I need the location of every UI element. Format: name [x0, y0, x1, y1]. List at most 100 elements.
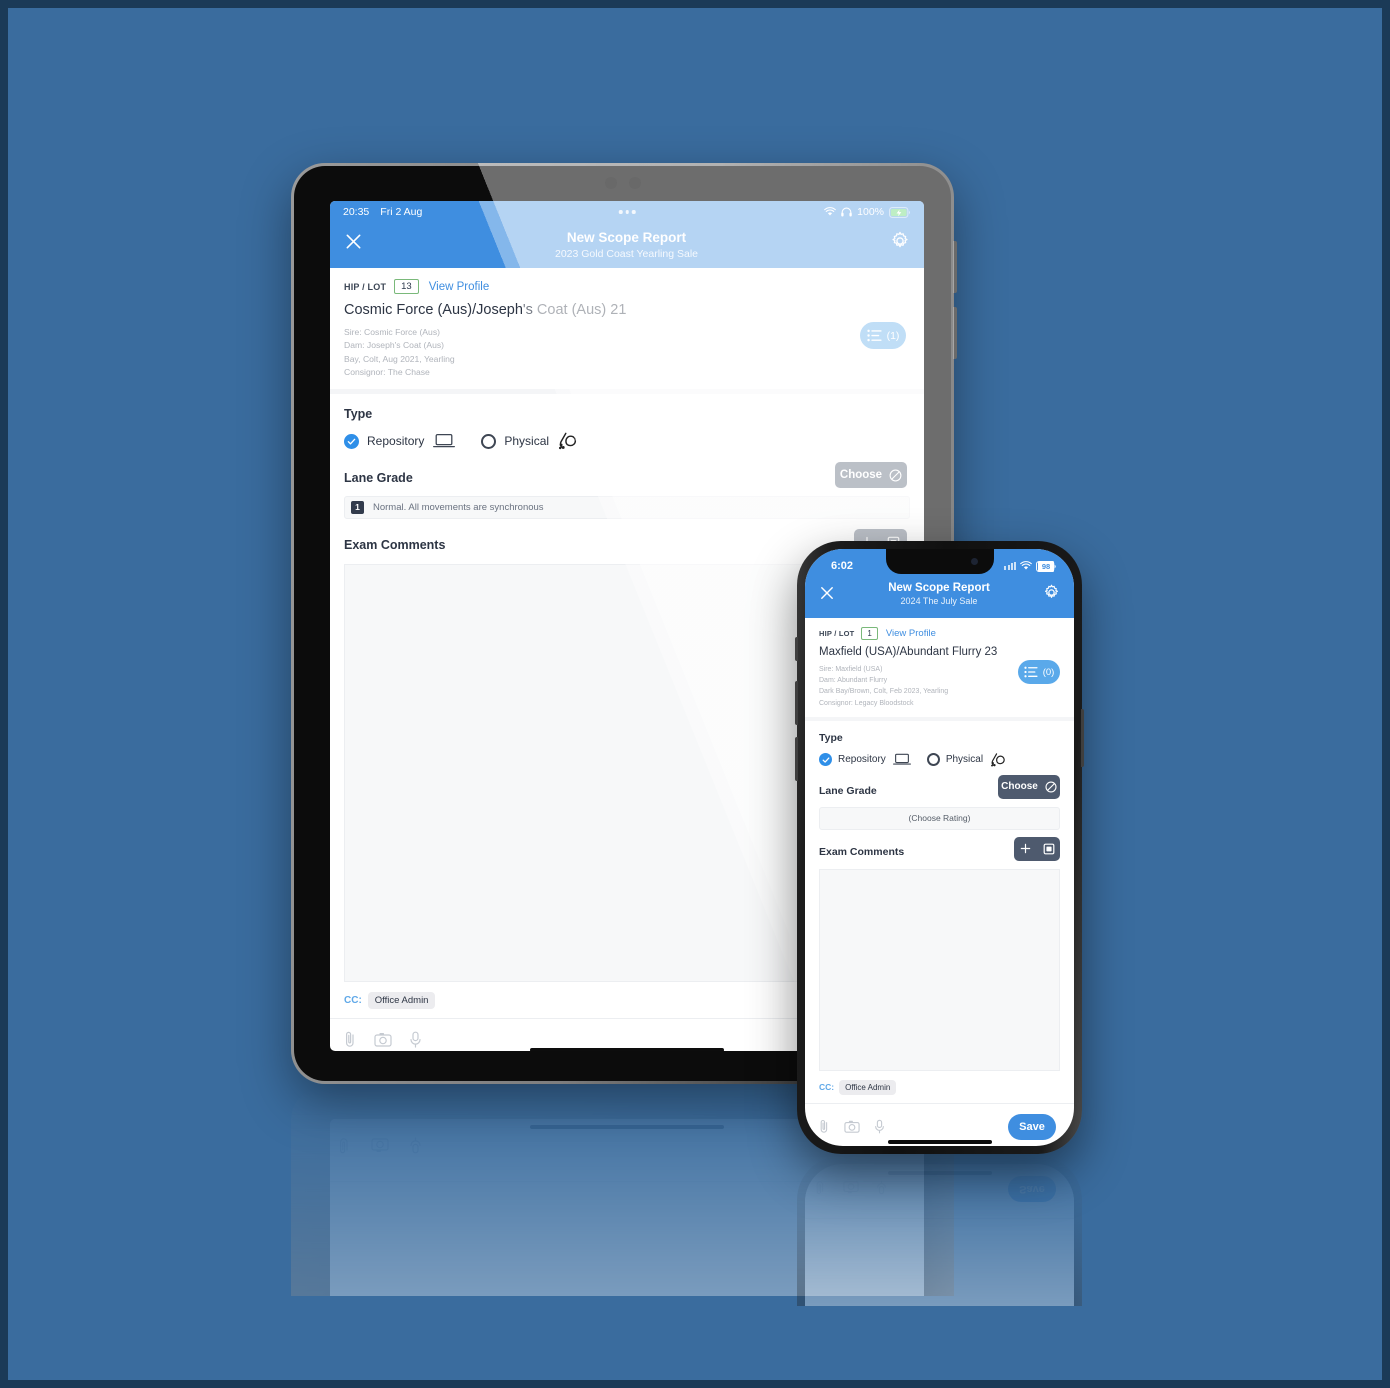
gear-icon — [890, 231, 910, 251]
tablet-home-indicator[interactable] — [530, 1048, 724, 1051]
phone-horse-block: Maxfield (USA)/Abundant Flurry 23 Sire: … — [805, 640, 1074, 717]
tablet-horse-block: Cosmic Force (Aus)/Joseph's Coat (Aus) 2… — [330, 294, 924, 389]
repository-radio-selected[interactable] — [819, 753, 832, 767]
scene-backdrop: Save 20:35 Fri 2 Aug 100% New Scope Repo… — [8, 8, 1382, 1380]
cc-recipient-chip[interactable]: Office Admin — [367, 992, 436, 1010]
tablet-volume-down-button[interactable] — [953, 307, 957, 359]
lane-grade-value[interactable]: 1 Normal. All movements are synchronous — [344, 496, 910, 520]
horse-consignor: Consignor: Legacy Bloodstock — [819, 699, 914, 707]
save-button[interactable]: Save — [1008, 1113, 1056, 1140]
repository-radio-selected[interactable] — [344, 433, 359, 449]
microphone-icon — [874, 1119, 885, 1134]
tablet-hip-row: HIP / LOT 13 View Profile — [330, 268, 924, 294]
choose-label: Choose — [1001, 781, 1038, 793]
template-icon — [1043, 843, 1055, 855]
plus-icon — [1020, 843, 1031, 854]
phone-volume-up-button[interactable] — [795, 681, 798, 725]
add-comment-button[interactable] — [1014, 843, 1037, 854]
horse-description: Bay, Colt, Aug 2021, Yearling — [344, 353, 455, 364]
type-option-physical[interactable]: Physical — [481, 431, 581, 451]
attach-button[interactable] — [344, 1031, 357, 1048]
physical-radio-unselected[interactable] — [926, 753, 940, 767]
cc-recipient-chip[interactable]: Office Admin — [839, 1079, 897, 1095]
settings-button[interactable] — [1043, 584, 1060, 601]
status-time: 6:02 — [831, 560, 854, 572]
status-time: 20:35 — [343, 206, 370, 218]
close-icon — [819, 585, 835, 601]
phone-power-button[interactable] — [1081, 709, 1084, 767]
wifi-icon — [824, 207, 836, 217]
tablet-type-section: Type Repository Physical — [330, 394, 924, 451]
tablet-nav-bar: New Scope Report 2023 Gold Coast Yearlin… — [330, 223, 924, 268]
battery-charging-icon — [889, 206, 911, 218]
gear-icon — [1043, 584, 1060, 601]
horse-description: Dark Bay/Brown, Colt, Feb 2023, Yearling — [819, 688, 949, 696]
cc-label: CC: — [344, 995, 362, 1007]
settings-button[interactable] — [890, 231, 910, 251]
type-option-physical[interactable]: Physical — [926, 752, 1009, 768]
phone-nav-bar: New Scope Report 2024 The July Sale — [805, 579, 1074, 618]
lane-grade-badge: 1 — [351, 501, 364, 515]
list-icon — [1024, 666, 1038, 678]
physical-radio-unselected[interactable] — [481, 433, 497, 449]
phone-reflection: Save — [797, 1156, 1082, 1306]
phone-volume-down-button[interactable] — [795, 737, 798, 781]
camera-icon — [374, 1031, 392, 1048]
phone-home-indicator[interactable] — [887, 1139, 992, 1144]
close-button[interactable] — [344, 232, 363, 251]
notes-count-button[interactable]: (1) — [860, 322, 906, 349]
paperclip-icon — [344, 1031, 357, 1048]
battery-percent: 100% — [857, 206, 884, 218]
choose-lane-grade-button[interactable]: Choose — [835, 462, 907, 489]
choose-lane-grade-button[interactable]: Choose — [998, 774, 1060, 799]
microphone-button[interactable] — [874, 1119, 885, 1134]
slash-circle-icon — [1045, 781, 1057, 793]
status-date: Fri 2 Aug — [380, 206, 423, 218]
horse-name: Maxfield (USA)/Abundant Flurry 23 — [819, 646, 998, 658]
tablet-lane-grade-section: Lane Grade Choose 1 Normal. All movement… — [330, 451, 924, 520]
view-profile-link[interactable]: View Profile — [429, 281, 490, 293]
slash-circle-icon — [889, 469, 902, 482]
phone-lane-grade-section: Lane Grade Choose (Choose Rating) — [805, 768, 1074, 830]
page-title: New Scope Report — [888, 582, 990, 594]
lane-grade-text: Normal. All movements are synchronous — [373, 502, 544, 514]
microphone-icon — [409, 1031, 422, 1048]
phone-hip-row: HIP / LOT 1 View Profile — [805, 618, 1074, 640]
attach-button[interactable] — [819, 1119, 830, 1134]
battery-icon: 98 — [1036, 560, 1056, 572]
type-options: Repository Physical — [819, 752, 1060, 768]
phone-cc-row: CC: Office Admin — [805, 1071, 1074, 1103]
phone-device: 6:02 98 New Scope Report 2024 The July S… — [795, 541, 1084, 1154]
comment-template-button[interactable] — [1037, 843, 1060, 855]
camera-icon — [844, 1119, 860, 1134]
type-options: Repository Physical — [344, 431, 910, 451]
hip-lot-label: HIP / LOT — [819, 629, 855, 638]
view-profile-link[interactable]: View Profile — [886, 628, 936, 639]
wifi-icon — [1020, 561, 1032, 571]
repository-label: Repository — [367, 434, 425, 449]
type-option-repository[interactable]: Repository — [819, 753, 911, 767]
phone-mute-switch[interactable] — [795, 637, 798, 661]
physical-label: Physical — [504, 434, 550, 449]
notes-count-text: (0) — [1042, 666, 1055, 678]
camera-button[interactable] — [374, 1031, 392, 1048]
page-title: New Scope Report — [566, 230, 687, 245]
notes-count-button[interactable]: (0) — [1018, 660, 1060, 684]
lane-grade-value[interactable]: (Choose Rating) — [819, 806, 1060, 830]
type-option-repository[interactable]: Repository — [344, 433, 456, 449]
laptop-icon — [433, 433, 456, 449]
camera-button[interactable] — [844, 1119, 860, 1134]
front-camera-icon — [970, 558, 978, 565]
close-button[interactable] — [819, 585, 835, 601]
exam-comments-input[interactable] — [819, 868, 1060, 1071]
horse-sire: Sire: Cosmic Force (Aus) — [344, 327, 440, 337]
tablet-nav-titles: New Scope Report 2023 Gold Coast Yearlin… — [363, 230, 890, 260]
paperclip-icon — [819, 1119, 830, 1134]
horse-dam: Dam: Joseph's Coat (Aus) — [344, 340, 445, 351]
tablet-status-bar: 20:35 Fri 2 Aug 100% — [330, 201, 924, 223]
tablet-camera-dots — [604, 177, 641, 189]
microphone-button[interactable] — [409, 1031, 422, 1048]
tablet-volume-up-button[interactable] — [953, 241, 957, 293]
headphones-icon — [841, 207, 852, 217]
lane-grade-placeholder: (Choose Rating) — [908, 813, 971, 824]
